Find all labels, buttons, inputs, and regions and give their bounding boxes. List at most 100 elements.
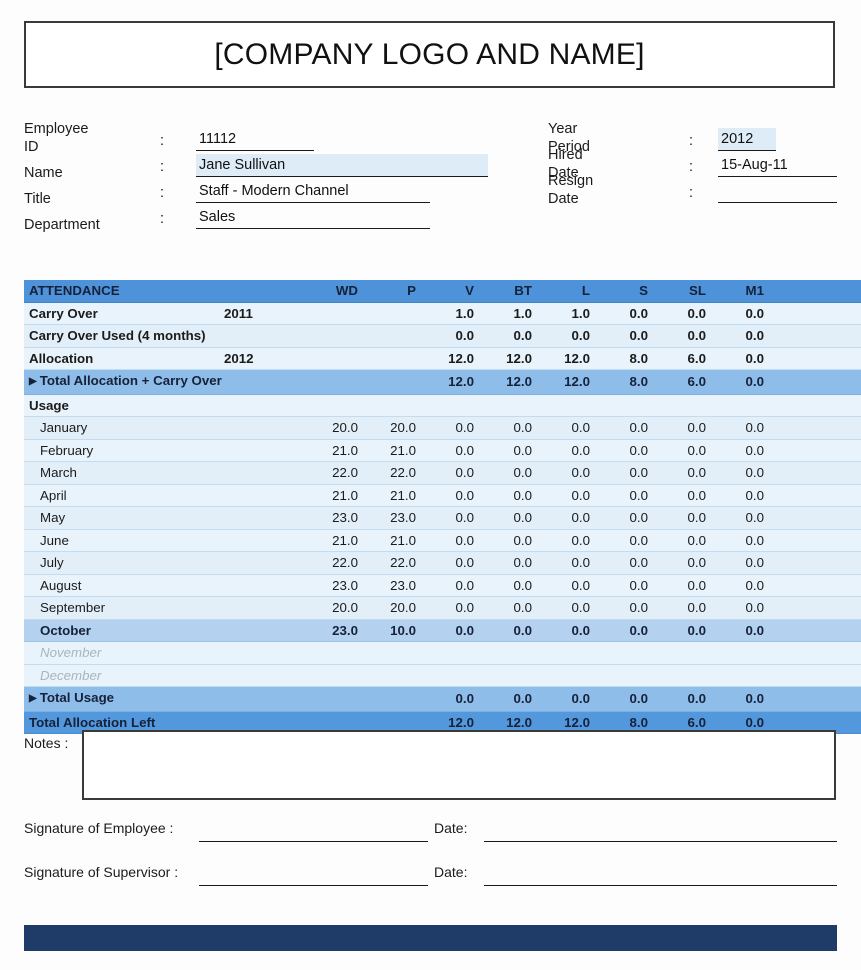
cell-wd[interactable] bbox=[310, 394, 368, 417]
cell-wd[interactable]: 22.0 bbox=[310, 551, 368, 575]
cell-wd[interactable] bbox=[310, 324, 368, 348]
cell-s[interactable]: 0.0 bbox=[600, 529, 658, 552]
cell-l[interactable] bbox=[542, 664, 600, 687]
cell-l[interactable]: 0.0 bbox=[542, 574, 600, 597]
cell-p[interactable]: 21.0 bbox=[368, 529, 426, 552]
cell-m1[interactable]: 0.0 bbox=[716, 574, 774, 597]
resign-date-field[interactable] bbox=[718, 180, 837, 203]
cell-l[interactable]: 0.0 bbox=[542, 506, 600, 530]
cell-wd[interactable] bbox=[310, 302, 368, 325]
cell-v[interactable]: 12.0 bbox=[426, 347, 484, 370]
cell-s[interactable]: 0.0 bbox=[600, 324, 658, 348]
cell-v[interactable]: 0.0 bbox=[426, 686, 484, 712]
expand-triangle-icon[interactable]: ▶ bbox=[29, 376, 37, 387]
cell-p[interactable] bbox=[368, 369, 426, 395]
cell-p[interactable]: 20.0 bbox=[368, 416, 426, 440]
cell-m1[interactable]: 0.0 bbox=[716, 369, 774, 395]
cell-s[interactable]: 0.0 bbox=[600, 416, 658, 440]
cell-wd[interactable]: 22.0 bbox=[310, 461, 368, 485]
cell-sl[interactable]: 0.0 bbox=[658, 574, 716, 597]
cell-m1[interactable]: 0.0 bbox=[716, 302, 774, 325]
cell-v[interactable] bbox=[426, 394, 484, 417]
cell-sl[interactable] bbox=[658, 641, 716, 665]
cell-wd[interactable] bbox=[310, 641, 368, 665]
cell-bt[interactable]: 0.0 bbox=[484, 551, 542, 575]
cell-v[interactable]: 0.0 bbox=[426, 596, 484, 620]
cell-s[interactable]: 0.0 bbox=[600, 484, 658, 507]
cell-bt[interactable]: 12.0 bbox=[484, 369, 542, 395]
cell-p[interactable]: 21.0 bbox=[368, 439, 426, 462]
cell-wd[interactable] bbox=[310, 347, 368, 370]
cell-p[interactable] bbox=[368, 686, 426, 712]
cell-sl[interactable]: 0.0 bbox=[658, 686, 716, 712]
cell-m1[interactable]: 0.0 bbox=[716, 347, 774, 370]
cell-sl[interactable] bbox=[658, 664, 716, 687]
cell-p[interactable]: 21.0 bbox=[368, 484, 426, 507]
employee-id-field[interactable]: 11112 bbox=[196, 128, 314, 151]
cell-v[interactable]: 0.0 bbox=[426, 324, 484, 348]
cell-s[interactable]: 8.0 bbox=[600, 347, 658, 370]
cell-l[interactable]: 0.0 bbox=[542, 551, 600, 575]
cell-bt[interactable] bbox=[484, 664, 542, 687]
cell-s[interactable]: 0.0 bbox=[600, 439, 658, 462]
cell-s[interactable] bbox=[600, 641, 658, 665]
department-field[interactable]: Sales bbox=[196, 206, 430, 229]
cell-bt[interactable]: 0.0 bbox=[484, 596, 542, 620]
cell-l[interactable]: 1.0 bbox=[542, 302, 600, 325]
cell-wd[interactable]: 20.0 bbox=[310, 596, 368, 620]
cell-v[interactable]: 1.0 bbox=[426, 302, 484, 325]
cell-p[interactable] bbox=[368, 641, 426, 665]
cell-bt[interactable]: 0.0 bbox=[484, 619, 542, 642]
cell-sl[interactable]: 0.0 bbox=[658, 302, 716, 325]
cell-l[interactable]: 0.0 bbox=[542, 529, 600, 552]
cell-l[interactable]: 0.0 bbox=[542, 461, 600, 485]
cell-s[interactable]: 0.0 bbox=[600, 686, 658, 712]
supervisor-date-line[interactable] bbox=[484, 884, 837, 886]
cell-m1[interactable]: 0.0 bbox=[716, 529, 774, 552]
cell-l[interactable]: 0.0 bbox=[542, 324, 600, 348]
cell-sl[interactable]: 0.0 bbox=[658, 506, 716, 530]
cell-wd[interactable]: 21.0 bbox=[310, 439, 368, 462]
cell-wd[interactable] bbox=[310, 664, 368, 687]
cell-v[interactable] bbox=[426, 664, 484, 687]
cell-p[interactable]: 10.0 bbox=[368, 619, 426, 642]
cell-sl[interactable]: 0.0 bbox=[658, 416, 716, 440]
cell-sl[interactable]: 6.0 bbox=[658, 369, 716, 395]
employee-signature-line[interactable] bbox=[199, 840, 428, 842]
cell-m1[interactable]: 0.0 bbox=[716, 416, 774, 440]
cell-bt[interactable]: 0.0 bbox=[484, 484, 542, 507]
cell-p[interactable]: 22.0 bbox=[368, 551, 426, 575]
cell-m1[interactable] bbox=[716, 394, 774, 417]
cell-sl[interactable]: 0.0 bbox=[658, 461, 716, 485]
cell-m1[interactable]: 0.0 bbox=[716, 686, 774, 712]
cell-m1[interactable] bbox=[716, 664, 774, 687]
cell-m1[interactable]: 0.0 bbox=[716, 619, 774, 642]
cell-v[interactable]: 0.0 bbox=[426, 416, 484, 440]
cell-bt[interactable]: 12.0 bbox=[484, 347, 542, 370]
cell-p[interactable] bbox=[368, 394, 426, 417]
cell-l[interactable]: 0.0 bbox=[542, 439, 600, 462]
cell-l[interactable]: 0.0 bbox=[542, 484, 600, 507]
cell-m1[interactable]: 0.0 bbox=[716, 484, 774, 507]
cell-bt[interactable]: 0.0 bbox=[484, 416, 542, 440]
cell-p[interactable] bbox=[368, 324, 426, 348]
cell-s[interactable]: 0.0 bbox=[600, 551, 658, 575]
cell-s[interactable]: 8.0 bbox=[600, 369, 658, 395]
cell-l[interactable] bbox=[542, 641, 600, 665]
hired-date-field[interactable]: 15-Aug-11 bbox=[718, 154, 837, 177]
cell-bt[interactable]: 0.0 bbox=[484, 324, 542, 348]
cell-m1[interactable]: 0.0 bbox=[716, 439, 774, 462]
cell-m1[interactable]: 0.0 bbox=[716, 596, 774, 620]
cell-v[interactable]: 0.0 bbox=[426, 506, 484, 530]
cell-sl[interactable]: 0.0 bbox=[658, 484, 716, 507]
cell-l[interactable]: 0.0 bbox=[542, 596, 600, 620]
cell-wd[interactable] bbox=[310, 369, 368, 395]
supervisor-signature-line[interactable] bbox=[199, 884, 428, 886]
cell-wd[interactable] bbox=[310, 686, 368, 712]
cell-m1[interactable]: 0.0 bbox=[716, 551, 774, 575]
cell-v[interactable]: 0.0 bbox=[426, 529, 484, 552]
cell-s[interactable]: 0.0 bbox=[600, 619, 658, 642]
expand-triangle-icon[interactable]: ▶ bbox=[29, 693, 37, 704]
cell-sl[interactable]: 0.0 bbox=[658, 439, 716, 462]
cell-sl[interactable]: 0.0 bbox=[658, 551, 716, 575]
